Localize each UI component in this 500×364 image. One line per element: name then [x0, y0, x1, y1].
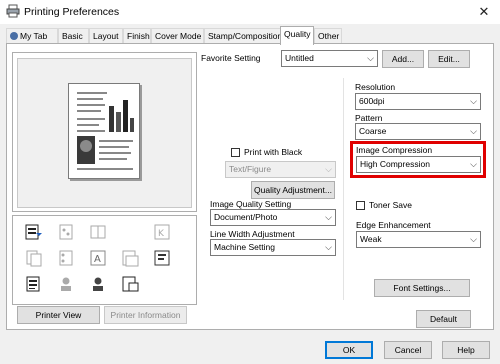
tab-label: Quality: [284, 29, 311, 39]
overlay-icon: [122, 250, 139, 267]
button-label: Printer View: [35, 310, 82, 320]
font-settings-button[interactable]: Font Settings...: [374, 279, 470, 297]
image-quality-setting-label: Image Quality Setting: [210, 199, 292, 209]
select-value: Machine Setting: [214, 242, 275, 252]
window-title: Printing Preferences: [24, 6, 120, 18]
favorite-edit-button[interactable]: Edit...: [428, 50, 470, 68]
chevron-down-icon: ⌵: [367, 53, 374, 63]
secure-print-icon: [26, 276, 40, 292]
resolution-select[interactable]: 600dpi ⌵: [355, 93, 481, 110]
tab-label: Other: [318, 31, 340, 41]
chevron-down-icon: ⌵: [325, 164, 332, 174]
user-auth-icon: [61, 277, 71, 291]
tab-other[interactable]: Other: [314, 28, 342, 44]
button-label: Add...: [391, 54, 415, 64]
chevron-down-icon: ⌵: [325, 212, 332, 222]
pattern-select[interactable]: Coarse ⌵: [355, 123, 481, 140]
pattern-label: Pattern: [355, 113, 383, 123]
tab-layout[interactable]: Layout: [89, 28, 123, 44]
select-value: High Compression: [360, 159, 430, 169]
select-value: Document/Photo: [214, 212, 278, 222]
edge-enhancement-label: Edge Enhancement: [356, 220, 431, 230]
print-with-black-label: Print with Black: [244, 147, 303, 157]
booklet-icon: [90, 225, 106, 239]
print-with-black-checkbox[interactable]: [231, 148, 240, 157]
favorite-setting-select[interactable]: Untitled ⌵: [281, 50, 378, 67]
column-divider: [343, 78, 344, 300]
tab-label: Cover Mode: [155, 31, 202, 41]
resolution-label: Resolution: [355, 82, 396, 92]
image-compression-label: Image Compression: [356, 145, 433, 155]
select-value: Untitled: [285, 53, 314, 63]
document-preview-icon: [77, 92, 134, 170]
output-tray-icon: [25, 224, 42, 240]
text-figure-select[interactable]: Text/Figure ⌵: [225, 161, 336, 178]
edge-enhancement-select[interactable]: Weak ⌵: [356, 231, 481, 248]
staple-icon: [59, 224, 73, 240]
chevron-down-icon: ⌵: [470, 234, 477, 244]
toner-save-checkbox[interactable]: [356, 201, 365, 210]
button-label: OK: [342, 345, 356, 355]
button-label: Font Settings...: [393, 283, 451, 293]
select-value: 600dpi: [359, 96, 385, 106]
tab-stamp-composition[interactable]: Stamp/Composition: [204, 28, 282, 44]
printer-information-button[interactable]: Printer Information: [104, 306, 187, 324]
stamp-icon: K: [154, 224, 170, 240]
button-label: Cancel: [394, 345, 422, 355]
button-label: Printer Information: [110, 310, 181, 320]
duplex-icon: [26, 250, 42, 267]
chevron-down-icon: ⌵: [470, 126, 477, 136]
default-button[interactable]: Default: [416, 310, 471, 328]
help-button[interactable]: Help: [442, 341, 490, 359]
tab-cover-mode[interactable]: Cover Mode: [151, 28, 204, 44]
button-label: Help: [457, 345, 475, 355]
button-label: Default: [430, 314, 457, 324]
image-compression-select[interactable]: High Compression ⌵: [356, 156, 481, 173]
cancel-button[interactable]: Cancel: [384, 341, 432, 359]
line-width-adjustment-label: Line Width Adjustment: [210, 229, 295, 239]
text-page-icon: A: [90, 250, 106, 266]
paper-preview: [68, 83, 140, 179]
tab-strip: My Tab Basic Layout Finish Cover Mode St…: [6, 26, 346, 45]
tab-finish[interactable]: Finish: [123, 28, 151, 44]
tab-quality[interactable]: Quality: [280, 26, 314, 45]
box-save-icon: [122, 276, 139, 292]
svg-text:A: A: [94, 254, 101, 265]
tab-label: Layout: [93, 31, 119, 41]
tab-label: Stamp/Composition: [208, 31, 283, 41]
toner-save-label: Toner Save: [369, 200, 412, 210]
select-value: Weak: [360, 234, 382, 244]
ok-button[interactable]: OK: [325, 341, 373, 359]
tab-my-tab[interactable]: My Tab: [6, 28, 58, 44]
favorite-setting-label: Favorite Setting: [201, 53, 261, 63]
favorite-add-button[interactable]: Add...: [382, 50, 424, 68]
select-value: Coarse: [359, 126, 387, 136]
select-value: Text/Figure: [229, 164, 272, 174]
chevron-down-icon: ⌵: [470, 159, 477, 169]
button-label: Edit...: [438, 54, 460, 64]
printer-icon: [6, 4, 20, 18]
button-label: Quality Adjustment...: [254, 185, 332, 195]
tab-label: Basic: [62, 31, 83, 41]
line-width-adjustment-select[interactable]: Machine Setting ⌵: [210, 239, 336, 256]
tab-label: My Tab: [20, 31, 48, 41]
copy-security-icon: [154, 250, 170, 266]
user-icon: [10, 32, 18, 40]
punch-icon: [59, 250, 73, 266]
tab-basic[interactable]: Basic: [58, 28, 89, 44]
account-track-icon: [93, 277, 103, 291]
image-quality-setting-select[interactable]: Document/Photo ⌵: [210, 209, 336, 226]
chevron-down-icon: ⌵: [325, 242, 332, 252]
quality-adjustment-button[interactable]: Quality Adjustment...: [251, 181, 335, 199]
tab-label: Finish: [127, 31, 150, 41]
window-close-button[interactable]: ✕: [476, 4, 492, 20]
printer-view-button[interactable]: Printer View: [17, 306, 100, 324]
chevron-down-icon: ⌵: [470, 96, 477, 106]
